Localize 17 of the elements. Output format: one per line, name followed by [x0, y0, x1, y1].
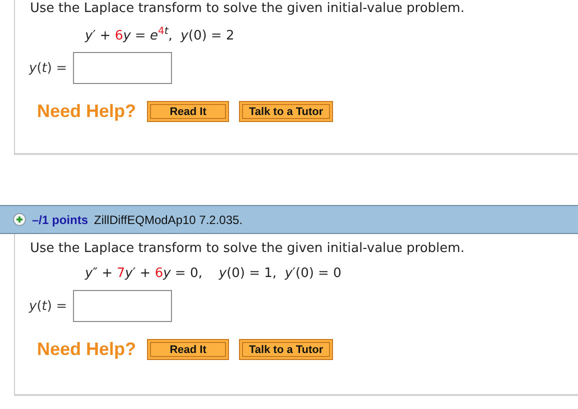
need-help-label: Need Help?	[37, 339, 136, 360]
question-prompt: Use the Laplace transform to solve the given initial-value problem.	[30, 240, 464, 256]
answer-field[interactable]	[73, 290, 172, 322]
tutor-button[interactable]: Talk to a Tutor	[239, 101, 334, 122]
equation: y′ + 6y = e$^{4}$$^{t}$, y(0) = 2	[85, 26, 234, 44]
question-prompt: Use the Laplace transform to solve the given initial-value problem.	[30, 0, 464, 16]
answer-label: y(t) =	[29, 60, 67, 76]
read-it-button[interactable]: Read It	[147, 101, 230, 122]
points-label: –/1 points	[32, 212, 88, 226]
tutor-button[interactable]: Talk to a Tutor	[239, 339, 334, 360]
equation: y″ + 7y′ + 6y = 0, y(0) = 1, y′(0) = 0	[85, 266, 342, 281]
answer-field[interactable]	[73, 52, 172, 84]
answer-label: y(t) =	[29, 298, 67, 314]
question-source: ZillDiffEQModAp10 7.2.035.	[94, 212, 243, 226]
need-help-label: Need Help?	[37, 101, 136, 122]
read-it-button[interactable]: Read It	[147, 339, 230, 360]
plus-icon[interactable]	[13, 213, 26, 226]
